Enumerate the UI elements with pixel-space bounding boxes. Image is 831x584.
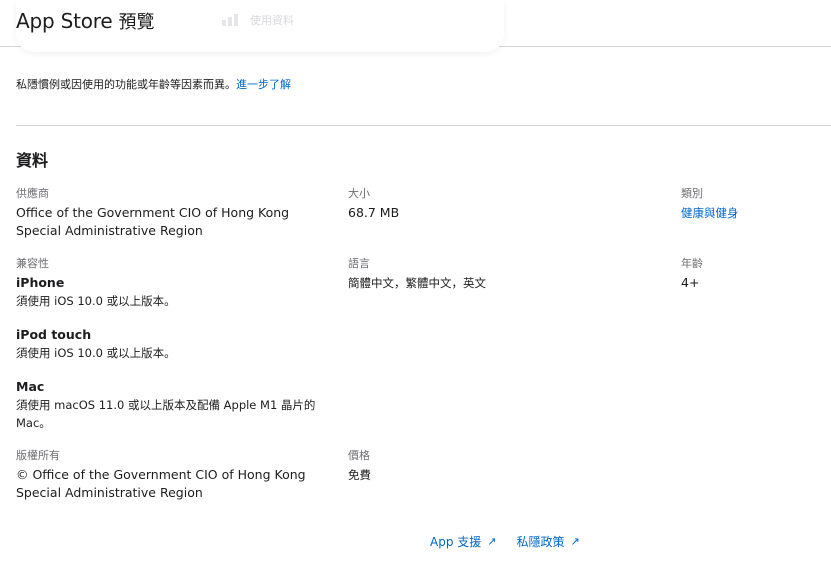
price-label: 價格 [348, 449, 370, 462]
brand[interactable]: App Store 預覽 [16, 8, 155, 34]
device-name: iPhone [16, 275, 65, 290]
size-value: 68.7 MB [348, 205, 400, 220]
category-label: 類別 [681, 187, 703, 200]
external-link-icon: ↗ [570, 535, 580, 548]
device-iphone: iPhone 須使用 iOS 10.0 或以上版本。 [16, 274, 326, 310]
copyright-block: 版權所有 © Office of the Government CIO of H… [16, 448, 326, 502]
privacy-note: 私隱慣例或因使用的功能或年齡等因素而異。進一步了解 [16, 76, 291, 92]
provider-block: 供應商 Office of the Government CIO of Hong… [16, 186, 326, 240]
compatibility-label: 兼容性 [16, 257, 49, 270]
privacy-policy-link[interactable]: 私隱政策 ↗ [516, 533, 579, 550]
price-block: 價格 免費 [348, 448, 648, 484]
copyright-label: 版權所有 [16, 449, 60, 462]
language-label: 語言 [348, 257, 370, 270]
device-name: iPod touch [16, 327, 92, 342]
brand-subtitle: 預覽 [118, 12, 155, 33]
language-value: 簡體中文，繁體中文，英文 [348, 276, 486, 290]
usage-data-label: 使用資料 [250, 14, 294, 27]
information-title: 資料 [16, 151, 49, 170]
usage-data-faded: 使用資料 [222, 12, 294, 28]
section-divider [16, 125, 831, 126]
external-link-icon: ↗ [487, 535, 497, 548]
device-requirement: 須使用 macOS 11.0 或以上版本及配備 Apple M1 晶片的 Mac… [16, 398, 316, 430]
language-block: 語言 簡體中文，繁體中文，英文 [348, 256, 648, 292]
age-block: 年齡 4+ [681, 256, 821, 292]
device-requirement: 須使用 iOS 10.0 或以上版本。 [16, 294, 176, 308]
app-support-link[interactable]: App 支援 ↗ [430, 533, 496, 550]
size-label: 大小 [348, 187, 370, 200]
bar-chart-icon [222, 14, 238, 26]
device-ipod: iPod touch 須使用 iOS 10.0 或以上版本。 [16, 326, 326, 362]
price-value: 免費 [348, 468, 371, 482]
category-block: 類別 健康與健身 [681, 186, 821, 222]
app-store-header: 使用資料 App Store 預覽 [0, 0, 831, 52]
learn-more-link[interactable]: 進一步了解 [236, 78, 291, 91]
device-requirement: 須使用 iOS 10.0 或以上版本。 [16, 346, 176, 360]
provider-value: Office of the Government CIO of Hong Kon… [16, 205, 290, 238]
privacy-policy-label: 私隱政策 [516, 535, 565, 549]
app-support-label: App 支援 [430, 535, 482, 549]
privacy-note-text: 私隱慣例或因使用的功能或年齡等因素而異。 [16, 78, 236, 91]
compatibility-block: 兼容性 iPhone 須使用 iOS 10.0 或以上版本。 iPod touc… [16, 256, 326, 432]
age-label: 年齡 [681, 257, 703, 270]
copyright-value: © Office of the Government CIO of Hong K… [16, 467, 306, 500]
provider-label: 供應商 [16, 187, 49, 200]
footer-links: App 支援 ↗ 私隱政策 ↗ [430, 533, 580, 550]
device-mac: Mac 須使用 macOS 11.0 或以上版本及配備 Apple M1 晶片的… [16, 378, 326, 432]
age-value: 4+ [681, 275, 700, 290]
brand-title: App Store [16, 9, 113, 33]
category-link[interactable]: 健康與健身 [681, 204, 821, 222]
size-block: 大小 68.7 MB [348, 186, 648, 222]
device-name: Mac [16, 379, 45, 394]
